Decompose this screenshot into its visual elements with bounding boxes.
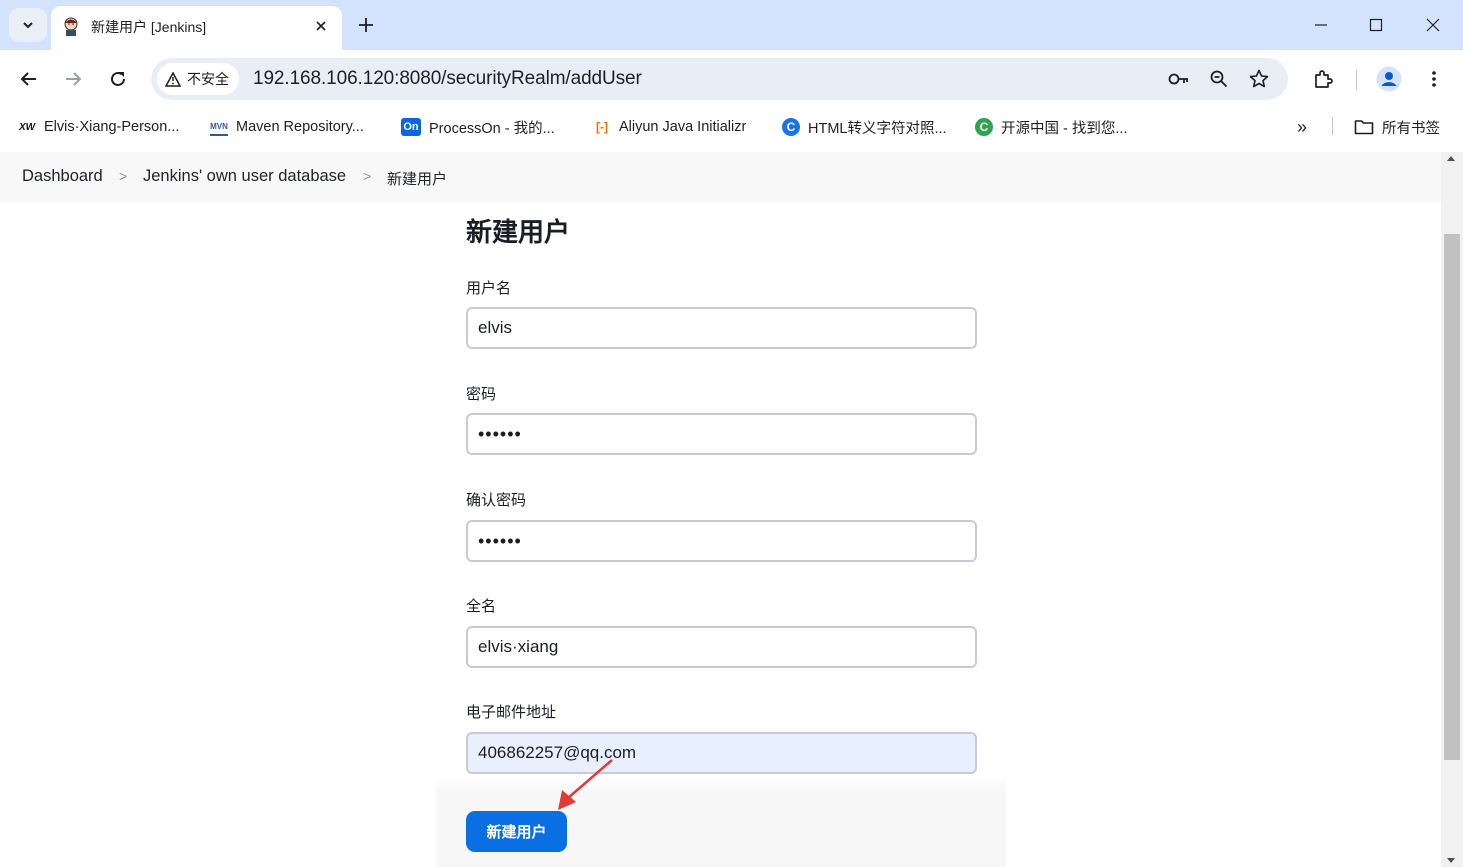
bookmark-item[interactable]: XW Elvis·Xiang-Person...: [18, 117, 179, 137]
bookmark-item[interactable]: [-] Aliyun Java Initializr: [593, 117, 746, 137]
tab-title: 新建用户 [Jenkins]: [91, 19, 207, 35]
profile-button[interactable]: [1373, 63, 1405, 95]
back-button[interactable]: [13, 63, 45, 95]
password-label: 密码: [466, 386, 497, 403]
breadcrumb: Dashboard > Jenkins' own user database >…: [0, 152, 1441, 202]
minimize-button[interactable]: [1307, 12, 1335, 38]
processon-favicon-icon: On: [401, 118, 421, 136]
scroll-thumb[interactable]: [1444, 234, 1460, 760]
chevron-right-icon: >: [119, 168, 128, 184]
menu-button[interactable]: [1418, 63, 1450, 95]
chevron-down-icon: [23, 22, 33, 29]
page-scrollbar[interactable]: [1441, 152, 1463, 867]
bookmark-item[interactable]: On ProcessOn - 我的...: [401, 117, 555, 137]
tab-close-button[interactable]: [310, 15, 332, 37]
tab-search-button[interactable]: [9, 8, 47, 42]
reload-icon: [111, 71, 125, 86]
warning-icon: [165, 71, 181, 87]
chevron-right-icon: >: [363, 168, 372, 184]
security-label: 不安全: [187, 71, 229, 87]
bookmarks-bar: XW Elvis·Xiang-Person... MVN Maven Repos…: [0, 108, 1463, 144]
reload-button[interactable]: [102, 63, 134, 95]
breadcrumb-user-database[interactable]: Jenkins' own user database: [143, 167, 346, 186]
maximize-button[interactable]: [1362, 12, 1390, 38]
bookmark-star-button[interactable]: [1247, 67, 1271, 91]
bookmarks-divider: [1332, 117, 1333, 135]
zoom-button[interactable]: [1207, 67, 1231, 91]
page-content: Dashboard > Jenkins' own user database >…: [0, 152, 1441, 867]
arrow-left-icon: [20, 72, 36, 86]
minimize-icon: [1315, 24, 1327, 26]
breadcrumb-current: 新建用户: [387, 171, 448, 188]
bookmark-item[interactable]: C 开源中国 - 找到您...: [975, 117, 1127, 137]
plus-icon: [359, 18, 373, 32]
security-chip[interactable]: 不安全: [157, 63, 239, 95]
star-icon: [1249, 69, 1269, 88]
fullname-label: 全名: [466, 598, 497, 615]
more-vertical-icon: [1432, 71, 1436, 87]
aliyun-favicon-icon: [-]: [596, 120, 608, 134]
toolbar-divider: [1356, 70, 1357, 90]
maven-favicon-icon: MVN: [210, 118, 228, 136]
form-footer-shadow: [436, 774, 1006, 794]
scroll-down-icon[interactable]: [1447, 858, 1455, 863]
close-icon: [1426, 18, 1440, 32]
html-escape-favicon-icon: C: [782, 118, 800, 136]
key-icon: [1168, 73, 1188, 85]
xw-favicon-icon: XW: [18, 121, 36, 133]
zoom-icon: [1210, 70, 1228, 88]
oschina-favicon-icon: C: [975, 118, 993, 136]
browser-toolbar: 不安全 192.168.106.120:8080/securityRealm/a…: [0, 50, 1463, 108]
breadcrumb-dashboard[interactable]: Dashboard: [22, 167, 103, 186]
extensions-button[interactable]: [1307, 63, 1339, 95]
email-field[interactable]: [466, 732, 977, 774]
confirm-password-label: 确认密码: [466, 492, 527, 509]
username-field[interactable]: [466, 307, 977, 349]
bookmark-item[interactable]: C HTML转义字符对照...: [782, 117, 947, 137]
password-key-button[interactable]: [1167, 67, 1191, 91]
page-title: 新建用户: [466, 217, 571, 247]
username-label: 用户名: [466, 280, 512, 297]
url-text[interactable]: 192.168.106.120:8080/securityRealm/addUs…: [253, 68, 642, 90]
scroll-up-icon[interactable]: [1447, 156, 1455, 161]
bookmark-item[interactable]: MVN Maven Repository...: [210, 117, 364, 137]
maximize-icon: [1369, 18, 1383, 32]
annotation-arrow-icon: [558, 759, 613, 810]
all-bookmarks-button[interactable]: 所有书签: [1354, 117, 1440, 137]
close-window-button[interactable]: [1419, 12, 1447, 38]
tab-strip: 新建用户 [Jenkins]: [0, 0, 1463, 50]
folder-icon: [1354, 120, 1374, 135]
avatar-icon: [1376, 66, 1402, 92]
password-field[interactable]: [466, 413, 977, 455]
jenkins-logo-icon: [64, 17, 78, 36]
bookmarks-overflow-button[interactable]: »: [1297, 117, 1307, 137]
browser-tab[interactable]: 新建用户 [Jenkins]: [51, 6, 342, 50]
puzzle-icon: [1315, 70, 1333, 88]
address-bar[interactable]: 不安全 192.168.106.120:8080/securityRealm/a…: [151, 58, 1288, 100]
confirm-password-field[interactable]: [466, 520, 977, 562]
email-label: 电子邮件地址: [466, 704, 557, 721]
forward-button[interactable]: [57, 63, 89, 95]
arrow-right-icon: [66, 72, 82, 86]
fullname-field[interactable]: [466, 626, 977, 668]
new-tab-button[interactable]: [354, 13, 378, 37]
close-icon: [316, 21, 326, 31]
